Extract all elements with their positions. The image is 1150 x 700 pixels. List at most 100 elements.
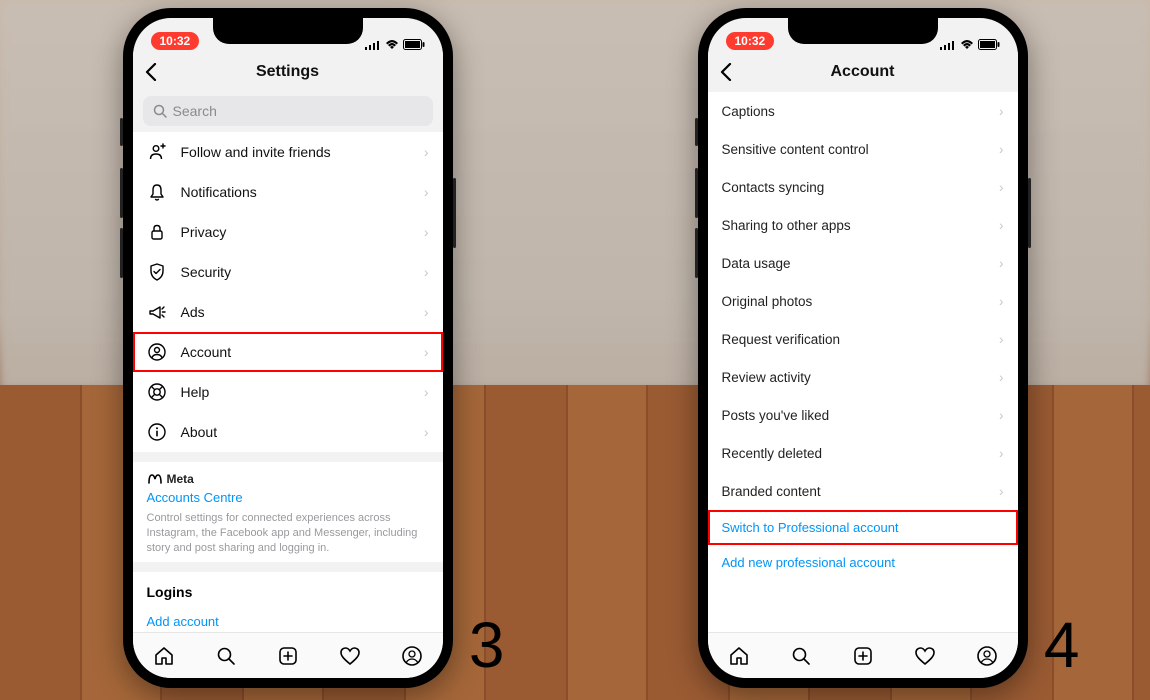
notch: [788, 18, 938, 44]
account-row-review-activity[interactable]: Review activity›: [708, 358, 1018, 396]
accounts-centre-link[interactable]: Accounts Centre: [147, 490, 429, 505]
chevron-right-icon: ›: [424, 424, 429, 440]
account-row-recently-deleted[interactable]: Recently deleted›: [708, 434, 1018, 472]
tab-create[interactable]: [276, 644, 300, 668]
settings-row-privacy[interactable]: Privacy ›: [133, 212, 443, 252]
chevron-right-icon: ›: [999, 218, 1004, 233]
row-label: Contacts syncing: [722, 180, 825, 195]
search-icon: [215, 645, 237, 667]
bell-icon: [147, 182, 167, 202]
row-label: Notifications: [181, 184, 410, 200]
tab-search[interactable]: [214, 644, 238, 668]
row-label: Branded content: [722, 484, 821, 499]
status-icons: [365, 39, 425, 50]
wifi-icon: [385, 40, 399, 50]
chevron-left-icon: [720, 63, 732, 81]
switch-professional-link[interactable]: Switch to Professional account: [708, 510, 1018, 545]
person-circle-icon: [147, 342, 167, 362]
battery-icon: [403, 39, 425, 50]
row-label: Original photos: [722, 294, 813, 309]
phone-frame: 10:32 Settings Search: [123, 8, 453, 688]
chevron-right-icon: ›: [424, 384, 429, 400]
lock-icon: [147, 222, 167, 242]
meta-description: Control settings for connected experienc…: [147, 511, 429, 556]
power-button: [1028, 178, 1031, 248]
phone-frame: 10:32 Account Captions› Sensitive co: [698, 8, 1028, 688]
screen-account: 10:32 Account Captions› Sensitive co: [708, 18, 1018, 678]
volume-button: [695, 168, 698, 218]
tab-bar: [133, 632, 443, 678]
account-list: Captions › Sensitive content control› Con…: [708, 92, 1018, 632]
settings-row-ads[interactable]: Ads ›: [133, 292, 443, 332]
back-button[interactable]: [720, 63, 732, 81]
row-label: Security: [181, 264, 410, 280]
account-row-contacts-syncing[interactable]: Contacts syncing ›: [708, 168, 1018, 206]
row-label: Account: [181, 344, 410, 360]
row-label: Posts you've liked: [722, 408, 830, 423]
search-placeholder: Search: [173, 103, 217, 119]
tab-activity[interactable]: [338, 644, 362, 668]
account-row-branded-content[interactable]: Branded content ›: [708, 472, 1018, 510]
account-row-data-usage[interactable]: Data usage›: [708, 244, 1018, 282]
status-time: 10:32: [151, 32, 200, 50]
account-row-posts-liked[interactable]: Posts you've liked›: [708, 396, 1018, 434]
settings-list: Follow and invite friends › Notification…: [133, 132, 443, 632]
tab-home[interactable]: [727, 644, 751, 668]
settings-row-follow-invite[interactable]: Follow and invite friends ›: [133, 132, 443, 172]
back-button[interactable]: [145, 63, 157, 81]
account-row-sharing-apps[interactable]: Sharing to other apps›: [708, 206, 1018, 244]
panel-step-3: 10:32 Settings Search: [123, 8, 453, 688]
search-input[interactable]: Search: [143, 96, 433, 126]
chevron-right-icon: ›: [424, 344, 429, 360]
tab-profile[interactable]: [400, 644, 424, 668]
settings-row-about[interactable]: About ›: [133, 412, 443, 452]
settings-row-notifications[interactable]: Notifications ›: [133, 172, 443, 212]
tab-search[interactable]: [789, 644, 813, 668]
step-number: 3: [469, 608, 505, 682]
row-label: Privacy: [181, 224, 410, 240]
row-label: Captions: [722, 104, 775, 119]
volume-button: [120, 228, 123, 278]
settings-row-security[interactable]: Security ›: [133, 252, 443, 292]
profile-avatar-icon: [976, 645, 998, 667]
search-icon: [790, 645, 812, 667]
megaphone-icon: [147, 302, 167, 322]
meta-logo-icon: [147, 473, 163, 485]
chevron-right-icon: ›: [999, 142, 1004, 157]
nav-header: Account: [708, 52, 1018, 92]
add-account-link[interactable]: Add account: [133, 604, 443, 632]
meta-brand-text: Meta: [167, 472, 194, 486]
wifi-icon: [960, 40, 974, 50]
tab-create[interactable]: [851, 644, 875, 668]
life-ring-icon: [147, 382, 167, 402]
section-divider: [133, 562, 443, 572]
account-row-original-photos[interactable]: Original photos ›: [708, 282, 1018, 320]
settings-row-help[interactable]: Help ›: [133, 372, 443, 412]
chevron-right-icon: ›: [999, 332, 1004, 347]
settings-row-account[interactable]: Account ›: [133, 332, 443, 372]
step-number: 4: [1044, 608, 1080, 682]
add-professional-link[interactable]: Add new professional account: [708, 545, 1018, 580]
chevron-right-icon: ›: [999, 294, 1004, 309]
chevron-right-icon: ›: [999, 484, 1004, 499]
account-row-sensitive-content[interactable]: Sensitive content control›: [708, 130, 1018, 168]
search-icon: [153, 104, 167, 118]
screen-settings: 10:32 Settings Search: [133, 18, 443, 678]
nav-header: Settings: [133, 52, 443, 92]
home-icon: [728, 645, 750, 667]
account-row-request-verification[interactable]: Request verification›: [708, 320, 1018, 358]
heart-icon: [339, 645, 361, 667]
row-label: Follow and invite friends: [181, 144, 410, 160]
tab-profile[interactable]: [975, 644, 999, 668]
chevron-right-icon: ›: [999, 180, 1004, 195]
meta-block: Meta Accounts Centre Control settings fo…: [133, 462, 443, 562]
battery-icon: [978, 39, 1000, 50]
tab-activity[interactable]: [913, 644, 937, 668]
status-time: 10:32: [726, 32, 775, 50]
account-row-captions[interactable]: Captions ›: [708, 92, 1018, 130]
notch: [213, 18, 363, 44]
tab-home[interactable]: [152, 644, 176, 668]
profile-avatar-icon: [401, 645, 423, 667]
heart-icon: [914, 645, 936, 667]
chevron-right-icon: ›: [999, 104, 1004, 119]
